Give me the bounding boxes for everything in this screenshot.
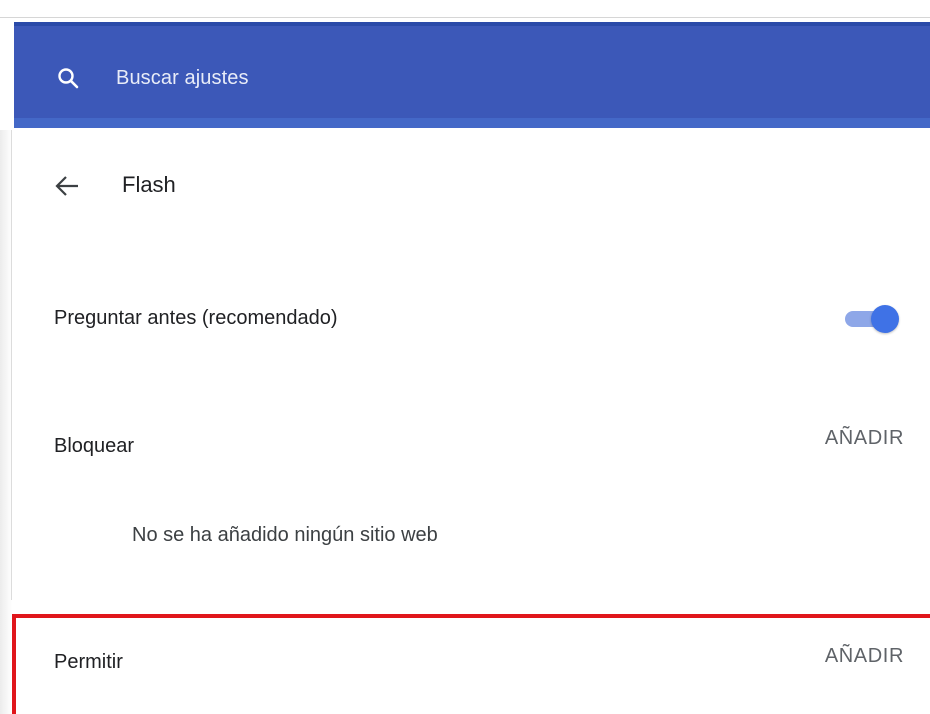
page-title: Flash bbox=[122, 172, 176, 197]
search-input[interactable]: Buscar ajustes bbox=[116, 67, 249, 90]
container-border bbox=[11, 130, 12, 600]
ask-first-toggle[interactable] bbox=[845, 303, 903, 335]
top-strip bbox=[0, 0, 930, 18]
search-header: Buscar ajustes bbox=[14, 22, 930, 128]
ask-first-label: Preguntar antes (recomendado) bbox=[54, 307, 338, 329]
back-arrow-icon[interactable] bbox=[54, 174, 80, 198]
block-empty-text: No se ha añadido ningún sitio web bbox=[132, 524, 438, 546]
block-section-label: Bloquear bbox=[54, 435, 135, 457]
search-icon[interactable] bbox=[56, 66, 80, 90]
settings-page: Buscar ajustes Flash Preguntar antes (re… bbox=[0, 0, 930, 714]
add-block-button[interactable]: AÑADIR bbox=[825, 427, 904, 450]
toggle-knob bbox=[871, 305, 899, 333]
highlight-frame bbox=[12, 614, 930, 714]
